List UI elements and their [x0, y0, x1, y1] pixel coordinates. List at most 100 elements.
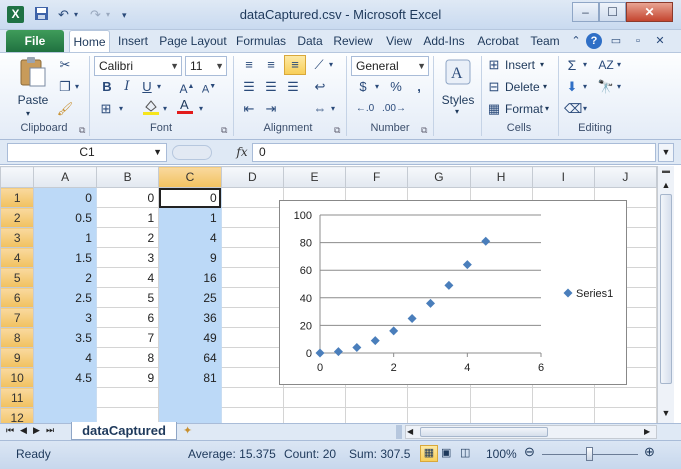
last-sheet-icon[interactable]: ⏭ [46, 425, 54, 436]
insert-cells-button[interactable]: Insert [505, 57, 535, 73]
cell-c3[interactable]: 4 [158, 227, 222, 248]
cut-icon[interactable]: ✂ [56, 56, 74, 74]
cell-a8[interactable]: 3.5 [33, 327, 97, 348]
cell-b2[interactable]: 1 [95, 207, 160, 228]
tab-formulas[interactable]: Formulas [233, 30, 289, 52]
column-header-i[interactable]: I [531, 166, 595, 188]
prev-sheet-icon[interactable]: ◀ [20, 425, 27, 436]
zoom-in-icon[interactable]: ⊕ [644, 444, 655, 460]
row-header[interactable]: 7 [0, 307, 35, 328]
fill-color-icon[interactable] [142, 98, 160, 116]
column-header-d[interactable]: D [220, 166, 284, 188]
cell-empty[interactable] [220, 187, 284, 208]
page-break-view-icon[interactable]: ◫ [460, 446, 470, 459]
delete-cells-icon[interactable]: ⊟ [486, 78, 502, 96]
shrink-font-icon[interactable]: A▼ [200, 78, 218, 99]
borders-icon[interactable]: ⊞ [98, 100, 114, 118]
cell-b5[interactable]: 4 [95, 267, 160, 288]
insert-dropdown-icon[interactable]: ▾ [540, 57, 544, 73]
cell-a2[interactable]: 0.5 [33, 207, 97, 228]
tab-home[interactable]: Home [69, 30, 110, 52]
format-painter-icon[interactable]: 🖌 [56, 100, 74, 118]
cell-b10[interactable]: 9 [95, 367, 160, 388]
merge-dropdown-icon[interactable]: ▾ [328, 100, 338, 118]
cell-b8[interactable]: 7 [95, 327, 160, 348]
cell-b7[interactable]: 6 [95, 307, 160, 328]
font-size-combo[interactable]: 11 ▼ [185, 56, 227, 76]
cell-a5[interactable]: 2 [33, 267, 97, 288]
tab-split-handle[interactable] [396, 425, 402, 439]
cell-a10[interactable]: 4.5 [33, 367, 97, 388]
cell-empty[interactable] [469, 407, 533, 423]
expand-formula-bar-icon[interactable]: ▼ [658, 143, 674, 162]
cell-a6[interactable]: 2.5 [33, 287, 97, 308]
tab-data[interactable]: Data [293, 30, 327, 52]
insert-cells-icon[interactable]: ⊞ [486, 56, 502, 74]
row-header[interactable]: 1 [0, 187, 35, 208]
select-all-corner[interactable] [0, 166, 35, 188]
column-header-g[interactable]: G [407, 166, 471, 188]
italic-button[interactable]: I [120, 78, 134, 96]
first-sheet-icon[interactable]: ⏮ [6, 425, 14, 436]
fill-color-dropdown-icon[interactable]: ▾ [160, 100, 170, 118]
cell-empty[interactable] [531, 407, 595, 423]
cell-c12[interactable] [158, 407, 222, 423]
tab-add-ins[interactable]: Add-Ins [421, 30, 467, 52]
scroll-left-icon[interactable]: ◀ [407, 426, 413, 438]
vertical-scroll-thumb[interactable] [660, 194, 672, 384]
vertical-scrollbar[interactable]: ▬ ▲ ▼ [657, 166, 674, 423]
fill-dropdown-icon[interactable]: ▾ [580, 78, 590, 96]
row-header[interactable]: 5 [0, 267, 35, 288]
row-header[interactable]: 12 [0, 407, 35, 423]
row-header[interactable]: 6 [0, 287, 35, 308]
insert-function-button[interactable]: fx [232, 143, 252, 162]
row-header[interactable]: 4 [0, 247, 35, 268]
column-header-a[interactable]: A [33, 166, 97, 188]
cell-empty[interactable] [345, 387, 409, 408]
fill-icon[interactable]: ⬇ [564, 78, 580, 96]
zoom-level[interactable]: 100% [486, 447, 517, 461]
align-bottom-icon[interactable]: ≡ [284, 55, 306, 75]
find-select-icon[interactable]: 🔭 [597, 78, 615, 96]
cell-b12[interactable] [95, 407, 160, 423]
align-center-icon[interactable]: ☰ [262, 78, 280, 96]
cell-a4[interactable]: 1.5 [33, 247, 97, 268]
cell-a11[interactable] [33, 387, 97, 408]
tab-review[interactable]: Review [331, 30, 375, 52]
cell-c8[interactable]: 49 [158, 327, 222, 348]
clear-dropdown-icon[interactable]: ▾ [580, 100, 590, 118]
normal-view-icon[interactable]: ▦ [420, 445, 438, 462]
horizontal-scrollbar[interactable]: ◀ ▶ [405, 425, 657, 439]
split-handle[interactable]: ▬ [658, 166, 674, 178]
font-launcher-icon[interactable]: ⧉ [221, 125, 227, 136]
scroll-up-icon[interactable]: ▲ [658, 178, 674, 192]
font-color-dropdown-icon[interactable]: ▾ [196, 100, 206, 118]
cell-empty[interactable] [282, 407, 347, 423]
cell-b1[interactable]: 0 [95, 187, 160, 208]
delete-cells-button[interactable]: Delete [505, 79, 540, 95]
row-header[interactable]: 11 [0, 387, 35, 408]
scroll-down-icon[interactable]: ▼ [658, 406, 674, 420]
collapse-ribbon-icon[interactable]: ⌃ [568, 33, 584, 49]
column-header-f[interactable]: F [345, 166, 409, 188]
cell-c2[interactable]: 1 [158, 207, 222, 228]
cell-c5[interactable]: 16 [158, 267, 222, 288]
cell-empty[interactable] [220, 387, 284, 408]
help-icon[interactable]: ? [586, 33, 602, 49]
next-sheet-icon[interactable]: ▶ [33, 425, 40, 436]
delete-dropdown-icon[interactable]: ▾ [543, 79, 547, 95]
format-cells-icon[interactable]: ▦ [486, 100, 502, 118]
cell-empty[interactable] [220, 287, 284, 308]
row-header[interactable]: 3 [0, 227, 35, 248]
cell-empty[interactable] [220, 207, 284, 228]
currency-dropdown-icon[interactable]: ▾ [372, 78, 382, 96]
cell-c10[interactable]: 81 [158, 367, 222, 388]
cell-empty[interactable] [593, 407, 657, 423]
paste-button[interactable]: Paste [12, 92, 54, 108]
tab-insert[interactable]: Insert [113, 30, 153, 52]
tab-acrobat[interactable]: Acrobat [473, 30, 523, 52]
percent-button[interactable]: % [388, 78, 404, 96]
column-header-b[interactable]: B [95, 166, 160, 188]
number-format-combo[interactable]: General ▼ [351, 56, 429, 76]
cell-empty[interactable] [593, 387, 657, 408]
